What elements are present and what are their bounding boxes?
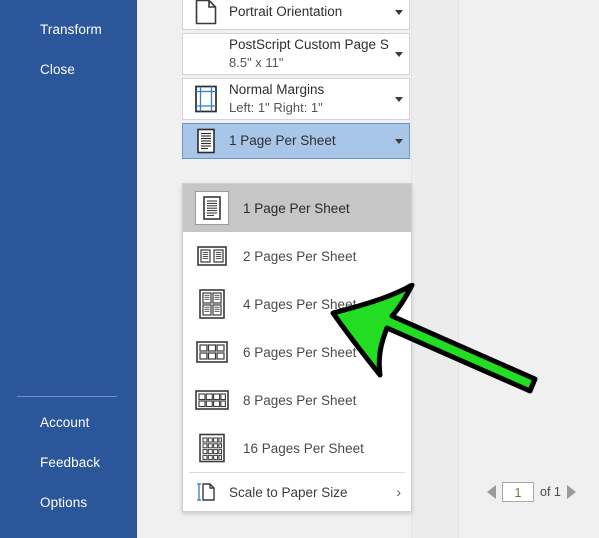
- sidebar-item-options[interactable]: Options: [40, 495, 87, 510]
- preview-pane-background: [412, 0, 458, 538]
- two-pages-per-sheet-icon: [195, 239, 229, 273]
- chevron-down-icon[interactable]: [389, 138, 409, 144]
- sidebar-item-feedback[interactable]: Feedback: [40, 455, 100, 470]
- setting-margins-sub: Left: 1" Right: 1": [229, 99, 323, 115]
- chevron-down-icon[interactable]: [389, 51, 409, 57]
- sidebar-item-close[interactable]: Close: [40, 62, 75, 77]
- dropdown-item-6-pages-per-sheet[interactable]: 6 Pages Per Sheet: [183, 328, 411, 376]
- dropdown-item-label: 4 Pages Per Sheet: [243, 296, 357, 312]
- dropdown-item-label: 1 Page Per Sheet: [243, 200, 350, 216]
- scale-to-paper-size-icon: [195, 475, 217, 509]
- dropdown-item-2-pages-per-sheet[interactable]: 2 Pages Per Sheet: [183, 232, 411, 280]
- setting-page-size-title: PostScript Custom Page Size: [229, 36, 389, 52]
- setting-orientation-title: Portrait Orientation: [229, 3, 343, 19]
- dropdown-item-label: 16 Pages Per Sheet: [243, 440, 364, 456]
- print-settings-column: Portrait Orientation PostScript Custom P…: [182, 0, 410, 162]
- current-page-input[interactable]: 1: [502, 482, 534, 502]
- backstage-sidebar: Transform Close Account Feedback Options: [0, 0, 137, 538]
- setting-page-size-text: PostScript Custom Page Size 8.5" x 11": [221, 37, 389, 71]
- chevron-down-icon[interactable]: [389, 9, 409, 15]
- six-pages-per-sheet-icon: [195, 335, 229, 369]
- eight-pages-per-sheet-icon: [195, 383, 229, 417]
- prev-page-arrow-icon[interactable]: [487, 485, 496, 499]
- dropdown-item-label: 6 Pages Per Sheet: [243, 344, 357, 360]
- dropdown-item-label: 8 Pages Per Sheet: [243, 392, 357, 408]
- sidebar-item-label: Account: [40, 415, 90, 430]
- one-page-per-sheet-icon: [195, 191, 229, 225]
- pages-per-sheet-dropdown: 1 Page Per Sheet 2 Pages Per Sheet 4 Pag…: [182, 183, 412, 512]
- page-size-icon: [191, 39, 221, 69]
- setting-margins-title: Normal Margins: [229, 81, 325, 97]
- setting-margins[interactable]: Normal Margins Left: 1" Right: 1": [182, 78, 410, 120]
- dropdown-item-1-page-per-sheet[interactable]: 1 Page Per Sheet: [183, 184, 411, 232]
- setting-pages-per-sheet[interactable]: 1 Page Per Sheet: [182, 123, 410, 159]
- four-pages-per-sheet-icon: [195, 287, 229, 321]
- dropdown-item-scale-to-paper-size[interactable]: Scale to Paper Size ›: [183, 473, 411, 511]
- setting-margins-text: Normal Margins Left: 1" Right: 1": [221, 82, 389, 116]
- dropdown-item-label: Scale to Paper Size: [229, 484, 348, 500]
- page-total-label: of 1: [540, 485, 561, 499]
- dropdown-item-16-pages-per-sheet[interactable]: 16 Pages Per Sheet: [183, 424, 411, 472]
- setting-pages-per-sheet-text: 1 Page Per Sheet: [221, 133, 389, 150]
- sidebar-item-label: Close: [40, 62, 76, 77]
- setting-orientation-text: Portrait Orientation: [221, 4, 389, 21]
- sidebar-item-label: Feedback: [40, 455, 101, 470]
- sixteen-pages-per-sheet-icon: [195, 431, 229, 465]
- setting-page-size[interactable]: PostScript Custom Page Size 8.5" x 11": [182, 33, 410, 75]
- dropdown-item-8-pages-per-sheet[interactable]: 8 Pages Per Sheet: [183, 376, 411, 424]
- one-page-per-sheet-icon: [191, 126, 221, 156]
- next-page-arrow-icon[interactable]: [566, 485, 576, 499]
- sidebar-divider: [17, 396, 117, 397]
- sidebar-item-transform[interactable]: Transform: [40, 22, 102, 37]
- setting-pages-per-sheet-title: 1 Page Per Sheet: [229, 132, 336, 148]
- sidebar-item-account[interactable]: Account: [40, 415, 89, 430]
- dropdown-item-label: 2 Pages Per Sheet: [243, 248, 357, 264]
- margins-icon: [191, 84, 221, 114]
- setting-page-size-sub: 8.5" x 11": [229, 54, 284, 70]
- dropdown-item-4-pages-per-sheet[interactable]: 4 Pages Per Sheet: [183, 280, 411, 328]
- page-navigation: 1 of 1: [487, 482, 576, 502]
- preview-pane-edge-right: [458, 0, 459, 538]
- sidebar-item-label: Transform: [40, 22, 102, 37]
- chevron-right-icon: ›: [396, 484, 401, 500]
- chevron-down-icon[interactable]: [389, 96, 409, 102]
- sidebar-item-label: Options: [40, 495, 88, 510]
- page-portrait-icon: [191, 0, 221, 27]
- setting-orientation[interactable]: Portrait Orientation: [182, 0, 410, 30]
